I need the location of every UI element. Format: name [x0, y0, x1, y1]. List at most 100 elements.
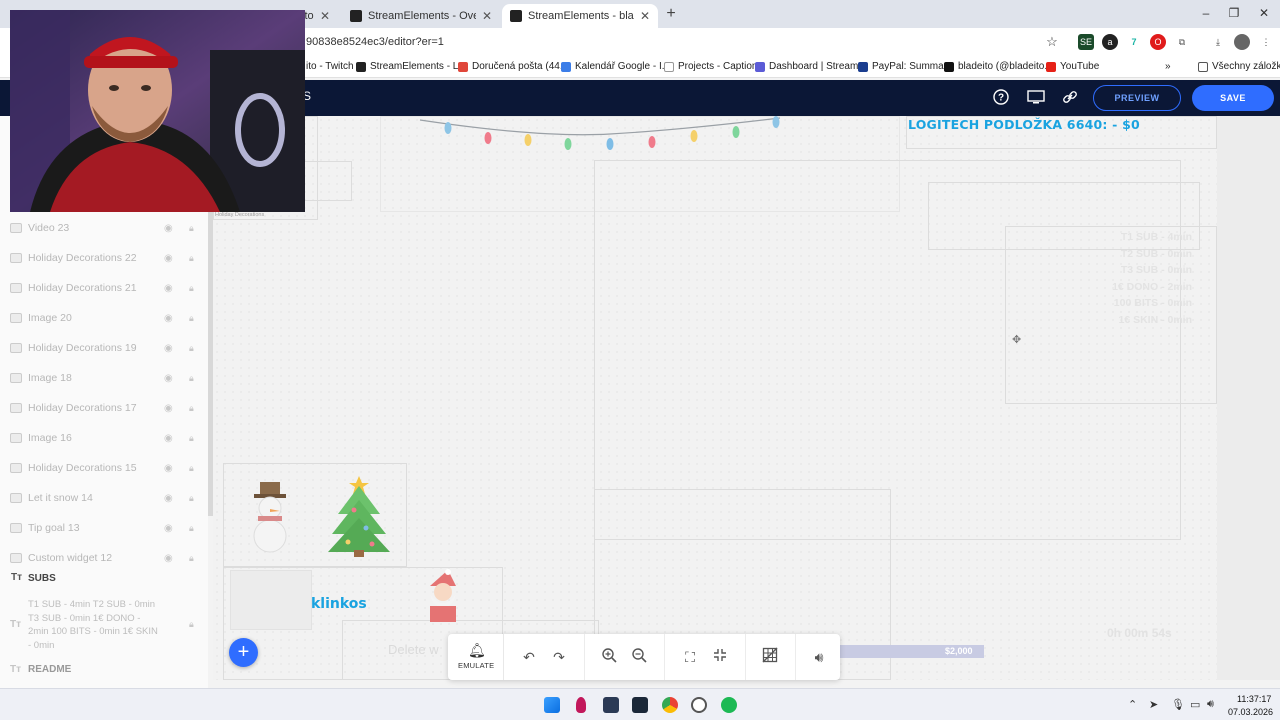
- new-tab-icon[interactable]: +: [662, 6, 680, 24]
- app-icon[interactable]: [576, 697, 586, 713]
- save-button[interactable]: SAVE: [1192, 85, 1274, 111]
- eye-icon[interactable]: ◉: [164, 313, 173, 324]
- url-field[interactable]: 90838e8524ec3/editor?er=1: [306, 36, 444, 48]
- tab-editor[interactable]: StreamElements - bladeito ✕: [502, 4, 658, 28]
- layer-item[interactable]: Let it snow 14 ◉ 🔒︎: [0, 483, 208, 513]
- lock-icon[interactable]: 🔒︎: [189, 373, 194, 384]
- windows-start-icon[interactable]: [544, 697, 560, 713]
- close-icon[interactable]: ✕: [640, 9, 650, 23]
- monitor-icon[interactable]: [1027, 89, 1045, 107]
- close-icon[interactable]: ✕: [320, 9, 330, 23]
- lock-icon[interactable]: 🔒︎: [189, 223, 194, 234]
- minimize-icon[interactable]: –: [1196, 6, 1216, 22]
- layer-item[interactable]: Holiday Decorations 15 ◉ 🔒︎: [0, 453, 208, 483]
- steam-icon[interactable]: [632, 697, 648, 713]
- lock-icon[interactable]: 🔒︎: [189, 433, 194, 444]
- clock-date[interactable]: 07.03.2026: [1228, 707, 1273, 717]
- speaker-icon[interactable]: 🔊︎: [1207, 698, 1214, 711]
- extension-icon[interactable]: a: [1102, 34, 1118, 50]
- redo-icon[interactable]: ↷: [549, 647, 569, 667]
- lock-icon[interactable]: 🔒︎: [189, 523, 194, 534]
- chevron-up-icon[interactable]: ⌃: [1128, 698, 1137, 711]
- zoom-in-icon[interactable]: [599, 647, 619, 667]
- lock-icon[interactable]: 🔒︎: [189, 313, 194, 324]
- puzzle-icon[interactable]: ⧉: [1174, 34, 1190, 50]
- chrome-icon[interactable]: [662, 697, 678, 713]
- clock-time[interactable]: 11:37:17: [1237, 694, 1271, 704]
- lock-icon[interactable]: 🔒︎: [189, 463, 194, 474]
- extension-icon[interactable]: O: [1150, 34, 1166, 50]
- eye-icon[interactable]: ◉: [164, 463, 173, 474]
- bookmark[interactable]: Dashboard | Stream...: [755, 61, 867, 72]
- eye-icon[interactable]: ◉: [164, 523, 173, 534]
- layer-item[interactable]: Video 23 ◉ 🔒︎: [0, 213, 208, 243]
- bookmark[interactable]: bladeito (@bladeito...: [944, 61, 1053, 72]
- lock-icon[interactable]: 🔒︎: [189, 619, 194, 630]
- widget-outline[interactable]: [302, 161, 352, 201]
- eye-icon[interactable]: ◉: [164, 253, 173, 264]
- battery-icon[interactable]: ▭: [1190, 698, 1200, 711]
- lock-icon[interactable]: 🔒︎: [189, 403, 194, 414]
- app-icon[interactable]: [691, 697, 707, 713]
- eye-icon[interactable]: ◉: [164, 373, 173, 384]
- subs-layer-label[interactable]: T1 SUB - 4min T2 SUB - 0min T3 SUB - 0mi…: [28, 598, 158, 652]
- undo-icon[interactable]: ↶: [519, 647, 539, 667]
- window-close-icon[interactable]: ✕: [1254, 6, 1274, 22]
- lock-icon[interactable]: 🔒︎: [189, 343, 194, 354]
- chevron-right-icon[interactable]: »: [1165, 61, 1171, 72]
- layer-item[interactable]: Image 18 ◉ 🔒︎: [0, 363, 208, 393]
- maximize-icon[interactable]: ❐: [1224, 6, 1244, 22]
- add-widget-button[interactable]: +: [229, 638, 258, 667]
- bookmark[interactable]: YouTube: [1046, 61, 1099, 72]
- preview-button[interactable]: PREVIEW: [1093, 85, 1181, 111]
- bookmark[interactable]: ito - Twitch: [306, 61, 354, 72]
- eye-icon[interactable]: ◉: [164, 283, 173, 294]
- layer-item[interactable]: Holiday Decorations 17 ◉ 🔒︎: [0, 393, 208, 423]
- menu-icon[interactable]: ⋮: [1258, 34, 1274, 50]
- eye-icon[interactable]: ◉: [164, 343, 173, 354]
- grid-toggle-icon[interactable]: [760, 647, 780, 667]
- bookmark[interactable]: Doručená pošta (44...: [458, 61, 568, 72]
- image-widget[interactable]: [230, 570, 312, 630]
- bookmark-folder[interactable]: Všechny záložky: [1198, 61, 1280, 72]
- layer-item[interactable]: Image 20 ◉ 🔒︎: [0, 303, 208, 333]
- layer-readme[interactable]: README: [28, 664, 71, 675]
- lock-icon[interactable]: 🔒︎: [189, 553, 194, 564]
- extension-icon[interactable]: SE: [1078, 34, 1094, 50]
- microphone-icon[interactable]: 🎙︎: [1171, 698, 1185, 711]
- lock-icon[interactable]: 🔒︎: [189, 283, 194, 294]
- close-icon[interactable]: ✕: [482, 9, 492, 23]
- layer-item[interactable]: Image 16 ◉ 🔒︎: [0, 423, 208, 453]
- emulate-button[interactable]: 🔔︎ EMULATE: [448, 634, 504, 680]
- eye-icon[interactable]: ◉: [164, 403, 173, 414]
- lock-icon[interactable]: 🔒︎: [189, 253, 194, 264]
- tab-overlays[interactable]: StreamElements - Overlays ✕: [342, 4, 500, 28]
- help-icon[interactable]: ?: [992, 89, 1010, 107]
- shrink-icon[interactable]: [710, 647, 730, 667]
- fit-screen-icon[interactable]: ⛶: [680, 647, 700, 667]
- extension-icon[interactable]: 7: [1126, 34, 1142, 50]
- tray-app-icon[interactable]: ➤: [1149, 698, 1158, 711]
- layer-item[interactable]: Tip goal 13 ◉ 🔒︎: [0, 513, 208, 543]
- eye-icon[interactable]: ◉: [164, 493, 173, 504]
- avatar[interactable]: [1234, 34, 1250, 50]
- layer-item[interactable]: Holiday Decorations 19 ◉ 🔒︎: [0, 333, 208, 363]
- download-icon[interactable]: ⤓: [1210, 34, 1226, 50]
- eye-icon[interactable]: ◉: [164, 223, 173, 234]
- lock-icon[interactable]: 🔒︎: [189, 493, 194, 504]
- bookmark[interactable]: Projects - Captions: [664, 61, 762, 72]
- link-icon[interactable]: [1061, 89, 1079, 107]
- bookmark[interactable]: PayPal: Summary: [858, 61, 952, 72]
- bookmark[interactable]: StreamElements - L...: [356, 61, 467, 72]
- eye-icon[interactable]: ◉: [164, 553, 173, 564]
- volume-icon[interactable]: 🔊︎: [809, 647, 829, 667]
- layer-group-subs[interactable]: Tт SUBS: [0, 568, 208, 590]
- star-icon[interactable]: ☆: [1044, 34, 1060, 50]
- layer-item[interactable]: Holiday Decorations 21 ◉ 🔒︎: [0, 273, 208, 303]
- bookmark[interactable]: Kalendář Google - I...: [561, 61, 670, 72]
- layer-item[interactable]: Holiday Decorations 22 ◉ 🔒︎: [0, 243, 208, 273]
- spotify-icon[interactable]: [721, 697, 737, 713]
- eye-icon[interactable]: ◉: [164, 433, 173, 444]
- zoom-out-icon[interactable]: [629, 647, 649, 667]
- app-icon[interactable]: [603, 697, 619, 713]
